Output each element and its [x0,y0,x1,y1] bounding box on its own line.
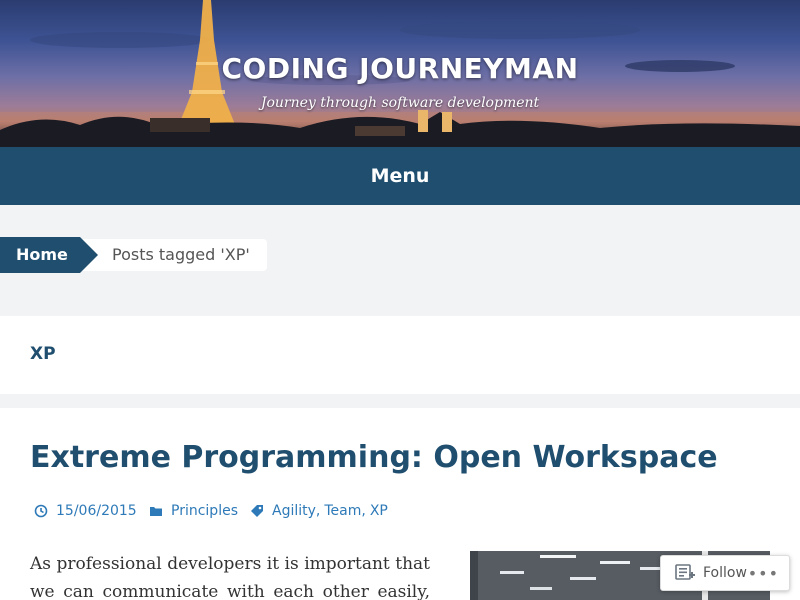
tag-icon [251,505,263,517]
header-image: CODING JOURNEYMAN Journey through softwa… [0,0,800,147]
post-date: 15/06/2015 [34,502,137,520]
archive-header [0,316,800,394]
excerpt-line: we can communicate with each other easil… [30,582,430,600]
site-tagline: Journey through software development [260,95,540,111]
post-category-link[interactable]: Principles [171,503,238,519]
tag-link[interactable]: Agility [272,503,316,519]
excerpt-line: As professional developers it is importa… [30,554,430,574]
follow-label: Follow [703,565,747,581]
follow-widget: Follow ••• [660,555,790,591]
menu-toggle-button[interactable]: Menu [371,165,430,187]
follow-button[interactable]: Follow [661,556,747,590]
post-title-link[interactable]: Extreme Programming: Open Workspace [30,440,718,475]
breadcrumb-home-link[interactable]: Home [0,237,98,273]
tag-link[interactable]: Team [324,503,361,519]
main-navigation: Menu [0,147,800,205]
breadcrumb: Home Posts tagged 'XP' [0,237,267,273]
post-category: Principles [149,502,238,520]
tag-link[interactable]: XP [370,503,388,519]
post-excerpt: As professional developers it is importa… [30,550,430,600]
breadcrumb-current: Posts tagged 'XP' [80,239,267,271]
post-tags: Agility, Team, XP [250,502,388,520]
site-title[interactable]: CODING JOURNEYMAN [0,52,800,85]
clock-icon [34,504,48,518]
more-icon[interactable]: ••• [748,564,779,583]
folder-icon [150,507,162,516]
follow-icon [675,564,695,580]
post-date-link[interactable]: 15/06/2015 [56,503,137,519]
archive-title: XP [30,344,56,364]
